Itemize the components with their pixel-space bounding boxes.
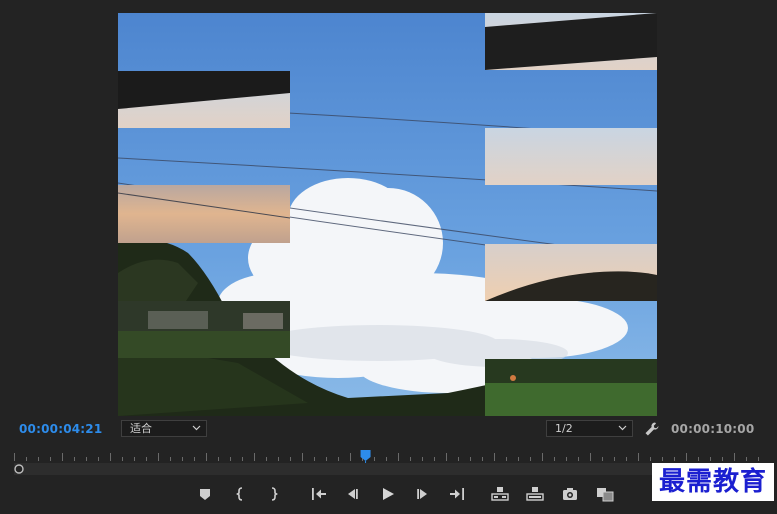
playback-resolution-select[interactable]: 1/2 — [546, 420, 633, 437]
zoom-handle-left[interactable] — [14, 464, 24, 474]
playback-resolution-value: 1/2 — [555, 422, 573, 435]
chevron-down-icon — [192, 422, 201, 434]
zoom-scroll-bar[interactable] — [14, 463, 762, 475]
duration-timecode: 00:00:10:00 — [671, 422, 755, 436]
watermark: 最需教育 — [652, 463, 774, 501]
fit-zoom-select[interactable]: 适合 — [121, 420, 207, 437]
playhead-icon[interactable] — [360, 450, 371, 463]
current-timecode[interactable]: 00:00:04:21 — [19, 422, 102, 436]
play-icon[interactable] — [378, 484, 398, 504]
chevron-down-icon — [618, 422, 627, 434]
program-monitor-frame — [118, 13, 657, 416]
mark-in-icon[interactable] — [231, 484, 251, 504]
go-to-in-icon[interactable] — [309, 484, 329, 504]
time-ruler[interactable] — [14, 450, 762, 476]
step-back-icon[interactable] — [342, 484, 362, 504]
fit-zoom-value: 适合 — [130, 422, 152, 435]
go-to-out-icon[interactable] — [447, 484, 467, 504]
monitor-controls-row: 00:00:04:21 适合 1/2 00:00:10:00 — [0, 419, 777, 441]
lift-icon[interactable] — [490, 484, 510, 504]
step-forward-icon[interactable] — [413, 484, 433, 504]
extract-icon[interactable] — [525, 484, 545, 504]
comparison-view-icon[interactable] — [595, 484, 615, 504]
camera-icon[interactable] — [560, 484, 580, 504]
mark-out-icon[interactable] — [263, 484, 283, 504]
add-marker-icon[interactable] — [195, 484, 215, 504]
video-frame-image — [118, 13, 657, 416]
wrench-icon[interactable] — [644, 421, 660, 437]
